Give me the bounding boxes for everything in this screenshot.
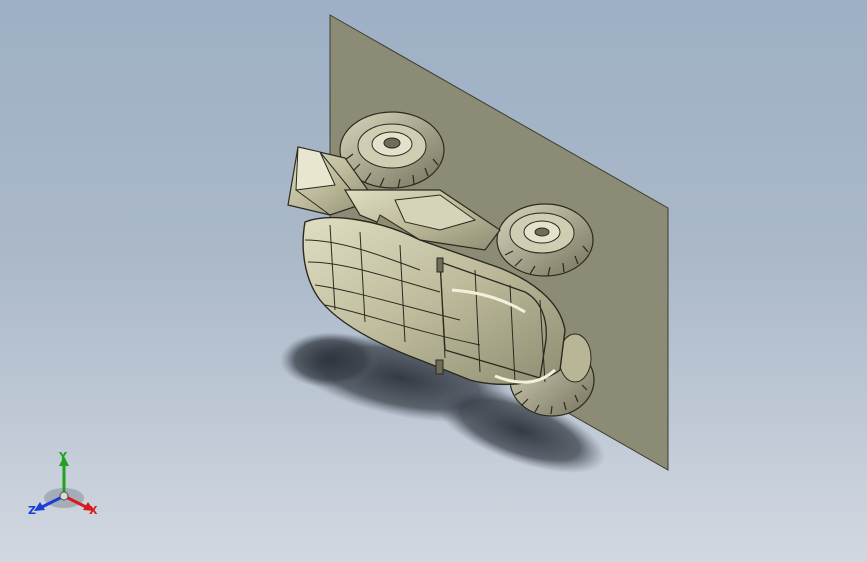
triad-x-label: X	[89, 504, 98, 517]
triad-y-label: Y	[59, 450, 67, 463]
graphics-viewport[interactable]: Y Z X	[0, 0, 867, 562]
triad-z-label: Z	[28, 504, 36, 517]
model-scene[interactable]	[0, 0, 867, 562]
reference-triad[interactable]: Y Z X	[26, 448, 106, 524]
tire-front-top[interactable]	[496, 203, 594, 277]
